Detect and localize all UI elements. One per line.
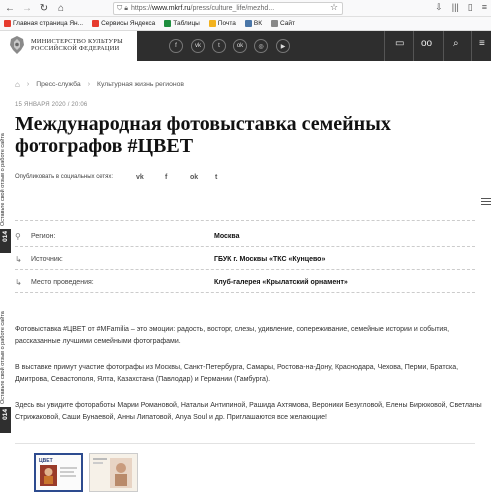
divider: [15, 246, 475, 247]
downloads-icon[interactable]: ⇩: [435, 2, 443, 13]
bookmark-star-icon[interactable]: ☆: [330, 2, 338, 13]
map-marker-icon: ⚲: [15, 231, 21, 241]
forward-icon[interactable]: →: [20, 1, 34, 15]
article-date: 15 ЯНВАРЯ 2020 / 20:06: [15, 102, 88, 108]
header-divider: [384, 31, 385, 61]
share-odnoklassniki-icon[interactable]: ok: [190, 174, 198, 181]
url-host: www.mkrf.ru: [152, 5, 191, 12]
bookmarks-bar: Главная страница Ян... Сервисы Яндекса Т…: [0, 17, 491, 31]
poster-image: ЦВЕТ: [36, 455, 81, 490]
vk-icon: [244, 20, 252, 27]
share-label: Опубликовать в социальных сетях:: [15, 174, 114, 180]
divider: [15, 292, 475, 293]
url-prefix: https://: [130, 5, 152, 12]
home-icon[interactable]: ⌂: [54, 1, 68, 15]
computer-icon[interactable]: ▭: [395, 38, 404, 49]
bookmark-item[interactable]: Главная страница Ян...: [4, 20, 83, 27]
info-label: Место проведения:: [31, 278, 94, 286]
article-paragraph: Здесь вы увидите фотоработы Марии Романо…: [15, 402, 482, 421]
poster-image: [90, 454, 137, 491]
shield-icon[interactable]: ⛉: [117, 5, 122, 13]
bookmark-item[interactable]: Сайт: [271, 20, 295, 27]
search-icon[interactable]: ⌕: [453, 38, 459, 49]
info-row-venue: ↳ Место проведения: Клуб-галерея «Крылат…: [15, 273, 475, 291]
sidebar-icon[interactable]: ▯: [468, 2, 473, 13]
info-row-region: ⚲ Регион: Москва: [15, 227, 475, 245]
feedback-badge[interactable]: 014: [0, 229, 11, 253]
bookmark-item[interactable]: Почта: [208, 20, 236, 27]
sheets-icon: [164, 20, 172, 27]
breadcrumb-separator-icon: ›: [26, 81, 30, 88]
mail-icon: [208, 20, 216, 27]
feedback-badge[interactable]: 014: [0, 407, 11, 433]
info-row-source: ↳ Источник: ГБУК г. Москвы «ТКС «Кунцево…: [15, 250, 475, 268]
back-icon[interactable]: ←: [3, 1, 17, 15]
browser-toolbar: ← → ↻ ⌂ ⛉ 🔒︎ https://www.mkrf.ru/press/c…: [0, 0, 491, 17]
site-icon: [271, 20, 279, 27]
url-path: /press/culture_life/mezhd...: [190, 5, 275, 12]
menu-icon[interactable]: ≡: [479, 38, 485, 49]
yandex-services-icon: [92, 20, 100, 27]
header-dark-bar: f vk t ok ◎ ▶ ▭ oo ⌕ ≡: [137, 31, 491, 61]
gallery-thumbnail[interactable]: ЦВЕТ: [34, 453, 83, 492]
divider: [15, 269, 475, 270]
header-divider: [471, 31, 472, 61]
header-divider: [443, 31, 444, 61]
share-twitter-icon[interactable]: t: [215, 174, 217, 181]
breadcrumb: ⌂ › Пресс-служба › Культурная жизнь реги…: [15, 80, 184, 89]
venue-arrow-icon: ↳: [15, 277, 22, 287]
feedback-tab-label[interactable]: Оставьте свой отзыв о работе сайта: [0, 118, 11, 226]
source-arrow-icon: ↳: [15, 254, 22, 264]
glasses-icon[interactable]: oo: [421, 38, 432, 49]
reload-icon[interactable]: ↻: [37, 1, 51, 15]
twitter-icon[interactable]: t: [212, 39, 226, 53]
bookmark-item[interactable]: Таблицы: [164, 20, 200, 27]
poster-title: ЦВЕТ: [39, 458, 53, 464]
feedback-tab-label[interactable]: Оставьте свой отзыв о работе сайта: [0, 300, 11, 404]
info-label: Источник:: [31, 255, 63, 263]
gallery-divider: [15, 443, 475, 444]
library-icon[interactable]: |||: [452, 2, 459, 13]
share-facebook-icon[interactable]: f: [165, 174, 167, 181]
info-value[interactable]: ГБУК г. Москвы «ТКС «Кунцево»: [214, 256, 325, 263]
logo-line-1: МИНИСТЕРСТВО КУЛЬТУРЫ: [31, 38, 123, 45]
facebook-icon[interactable]: f: [169, 39, 183, 53]
coat-of-arms-icon: [10, 36, 24, 54]
gallery-thumbnail[interactable]: [89, 453, 138, 492]
article-paragraph: Фотовыставка #ЦВЕТ от #MFamilia – это эм…: [15, 326, 450, 345]
vk-icon[interactable]: vk: [191, 39, 205, 53]
breadcrumb-separator-icon: ›: [87, 81, 91, 88]
youtube-icon[interactable]: ▶: [276, 39, 290, 53]
info-value: Москва: [214, 232, 240, 240]
lock-icon[interactable]: 🔒︎: [124, 5, 128, 13]
divider: [15, 220, 475, 221]
page-title: Международная фотовыставка семейных фото…: [15, 113, 391, 157]
site-header: МИНИСТЕРСТВО КУЛЬТУРЫ РОССИЙСКОЙ ФЕДЕРАЦ…: [0, 31, 491, 61]
address-bar[interactable]: ⛉ 🔒︎ https://www.mkrf.ru/press/culture_l…: [113, 2, 343, 15]
bookmark-item[interactable]: ВК: [244, 20, 262, 27]
home-icon[interactable]: ⌂: [15, 80, 20, 89]
article-paragraph: В выставке примут участие фотографы из М…: [15, 364, 459, 383]
info-value[interactable]: Клуб-галерея «Крылатский орнамент»: [214, 279, 348, 286]
info-label: Регион:: [31, 232, 56, 240]
breadcrumb-item-culture-life[interactable]: Культурная жизнь регионов: [97, 81, 184, 88]
breadcrumb-item-press[interactable]: Пресс-служба: [36, 81, 81, 88]
bookmark-item[interactable]: Сервисы Яндекса: [92, 20, 155, 27]
share-vk-icon[interactable]: vk: [136, 174, 144, 181]
menu-icon[interactable]: ≡: [482, 2, 487, 13]
site-logo[interactable]: МИНИСТЕРСТВО КУЛЬТУРЫ РОССИЙСКОЙ ФЕДЕРАЦ…: [7, 34, 123, 56]
odnoklassniki-icon[interactable]: ok: [233, 39, 247, 53]
logo-line-2: РОССИЙСКОЙ ФЕДЕРАЦИИ: [31, 45, 120, 52]
instagram-icon[interactable]: ◎: [254, 39, 268, 53]
header-divider: [413, 31, 414, 61]
side-menu-icon[interactable]: [481, 198, 491, 207]
yandex-icon: [4, 20, 11, 27]
